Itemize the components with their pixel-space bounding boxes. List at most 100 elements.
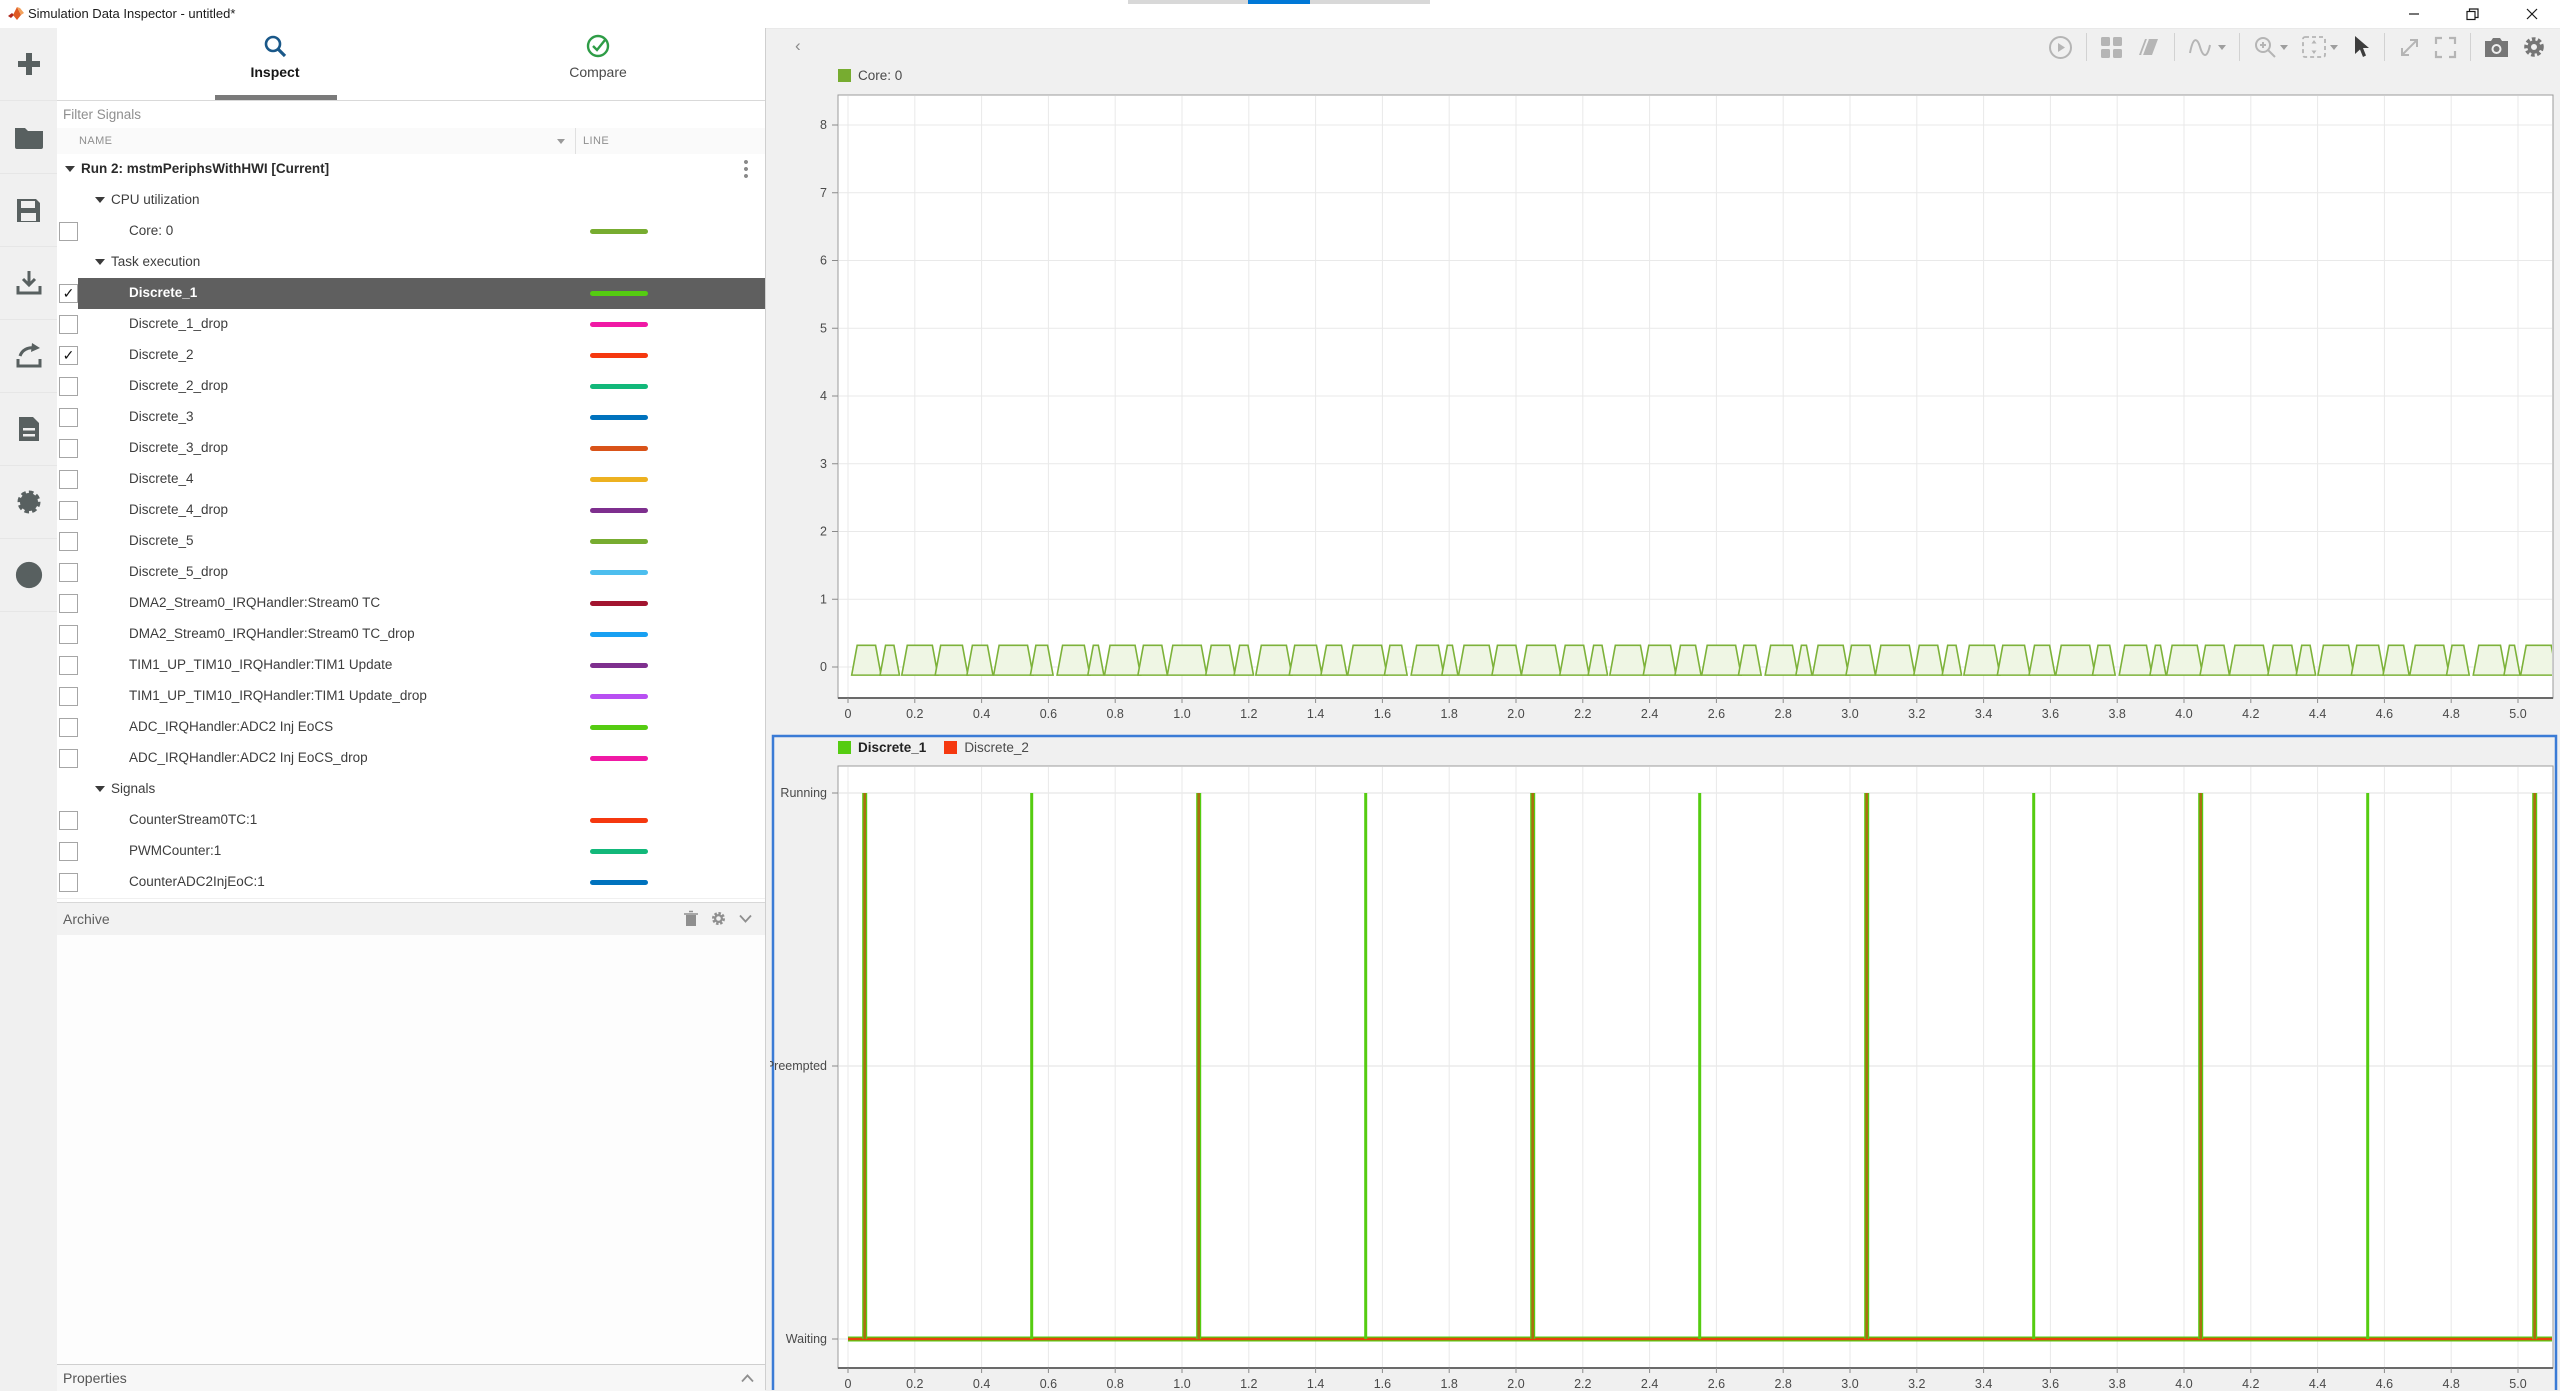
signal-row[interactable]: Discrete_2_drop [57, 371, 765, 403]
export-button[interactable] [0, 320, 57, 393]
signal-row[interactable]: DMA2_Stream0_IRQHandler:Stream0 TC_drop [57, 619, 765, 651]
create-report-button[interactable] [0, 393, 57, 466]
signal-checkbox[interactable] [59, 594, 78, 613]
signal-row[interactable]: Discrete_3_drop [57, 433, 765, 465]
signal-row[interactable]: Discrete_4 [57, 464, 765, 496]
tree-collapse-caret-icon[interactable] [95, 259, 105, 265]
tree-collapse-caret-icon[interactable] [65, 166, 75, 172]
signal-line-swatch[interactable] [590, 756, 648, 761]
layout-grid-button[interactable] [2100, 36, 2123, 59]
signal-line-swatch[interactable] [590, 477, 648, 482]
column-header-line[interactable]: LINE [583, 135, 609, 147]
signal-checkbox[interactable] [59, 470, 78, 489]
task-execution-chart[interactable]: RunningPreemptedWaiting00.20.40.60.81.01… [770, 733, 2560, 1390]
signal-line-swatch[interactable] [590, 384, 648, 389]
column-header-name[interactable]: NAME [79, 135, 112, 147]
zoom-button[interactable] [2253, 35, 2288, 59]
run-row[interactable]: Run 2: mstmPeriphsWithHWI [Current]••• [57, 154, 765, 186]
signal-row[interactable]: ADC_IRQHandler:ADC2 Inj EoCS [57, 712, 765, 744]
tab-inspect[interactable]: Inspect [165, 34, 385, 98]
collapse-panel-icon[interactable]: ‹ [795, 36, 801, 56]
signal-row[interactable]: ✓Discrete_2 [57, 340, 765, 372]
group-row[interactable]: CPU utilization [57, 185, 765, 217]
snapshot-button[interactable] [2484, 37, 2509, 58]
tree-collapse-caret-icon[interactable] [95, 786, 105, 792]
signal-line-swatch[interactable] [590, 291, 648, 296]
sort-caret-icon[interactable] [557, 139, 565, 144]
signal-checkbox[interactable] [59, 656, 78, 675]
legend-item[interactable]: Core: 0 [838, 68, 902, 83]
signal-line-swatch[interactable] [590, 818, 648, 823]
signal-checkbox[interactable] [59, 315, 78, 334]
signal-checkbox[interactable] [59, 749, 78, 768]
signal-line-swatch[interactable] [590, 229, 648, 234]
signal-checkbox[interactable] [59, 625, 78, 644]
cursor-button[interactable] [2351, 35, 2371, 59]
signal-row[interactable]: Discrete_1_drop [57, 309, 765, 341]
tree-collapse-caret-icon[interactable] [95, 197, 105, 203]
signal-row[interactable]: CounterStream0TC:1 [57, 805, 765, 837]
signal-line-swatch[interactable] [590, 322, 648, 327]
signal-trace-button[interactable] [2188, 35, 2226, 59]
signal-checkbox[interactable] [59, 439, 78, 458]
save-button[interactable] [0, 174, 57, 247]
signal-line-swatch[interactable] [590, 446, 648, 451]
signal-row[interactable]: TIM1_UP_TIM10_IRQHandler:TIM1 Update_dro… [57, 681, 765, 713]
expand-button[interactable] [2398, 36, 2421, 59]
restore-button[interactable] [2455, 2, 2489, 26]
trash-icon[interactable] [683, 910, 699, 928]
signal-row[interactable]: Core: 0 [57, 216, 765, 248]
signal-line-swatch[interactable] [590, 508, 648, 513]
group-row[interactable]: Task execution [57, 247, 765, 279]
preferences-button[interactable] [0, 466, 57, 539]
fit-to-view-button[interactable] [2301, 35, 2338, 59]
signal-line-swatch[interactable] [590, 415, 648, 420]
signal-line-swatch[interactable] [590, 694, 648, 699]
signal-checkbox[interactable] [59, 563, 78, 582]
signal-line-swatch[interactable] [590, 880, 648, 885]
import-button[interactable] [0, 247, 57, 320]
signal-checkbox[interactable]: ✓ [59, 284, 78, 303]
signal-row[interactable]: DMA2_Stream0_IRQHandler:Stream0 TC [57, 588, 765, 620]
add-button[interactable] [0, 28, 57, 101]
signal-row[interactable]: Discrete_5 [57, 526, 765, 558]
column-divider[interactable] [575, 128, 576, 154]
minimize-button[interactable] [2397, 2, 2431, 26]
signal-row[interactable]: ✓Discrete_1 [57, 278, 765, 310]
signal-line-swatch[interactable] [590, 601, 648, 606]
signal-line-swatch[interactable] [590, 570, 648, 575]
help-button[interactable]: ? [0, 539, 57, 612]
signal-checkbox[interactable] [59, 408, 78, 427]
signal-checkbox[interactable] [59, 687, 78, 706]
signal-line-swatch[interactable] [590, 539, 648, 544]
signal-checkbox[interactable] [59, 532, 78, 551]
cpu-utilization-chart[interactable]: 01234567800.20.40.60.81.01.21.41.61.82.0… [770, 88, 2560, 730]
group-row[interactable]: Signals [57, 774, 765, 806]
signal-row[interactable]: CounterADC2InjEoC:1 [57, 867, 765, 899]
signal-row[interactable]: Discrete_4_drop [57, 495, 765, 527]
signal-checkbox[interactable] [59, 842, 78, 861]
chevron-down-icon[interactable] [739, 914, 752, 923]
archive-header[interactable]: Archive [57, 902, 765, 936]
properties-header[interactable]: Properties [57, 1364, 765, 1391]
signal-line-swatch[interactable] [590, 725, 648, 730]
signal-checkbox[interactable] [59, 377, 78, 396]
archive-settings-gear-icon[interactable] [710, 910, 727, 927]
stream-button[interactable] [2048, 35, 2073, 60]
signal-row[interactable]: Discrete_5_drop [57, 557, 765, 589]
chevron-up-icon[interactable] [741, 1374, 754, 1383]
filter-signals-input[interactable] [61, 102, 755, 126]
run-options-kebab-icon[interactable]: ••• [740, 159, 752, 180]
close-button[interactable] [2515, 2, 2549, 26]
signal-row[interactable]: ADC_IRQHandler:ADC2 Inj EoCS_drop [57, 743, 765, 775]
signal-checkbox[interactable] [59, 222, 78, 241]
tab-compare[interactable]: Compare [488, 34, 708, 98]
signal-line-swatch[interactable] [590, 353, 648, 358]
signal-checkbox[interactable]: ✓ [59, 346, 78, 365]
signal-checkbox[interactable] [59, 718, 78, 737]
signal-row[interactable]: TIM1_UP_TIM10_IRQHandler:TIM1 Update [57, 650, 765, 682]
plot-settings-button[interactable] [2522, 35, 2546, 59]
open-button[interactable] [0, 101, 57, 174]
signal-line-swatch[interactable] [590, 632, 648, 637]
signal-checkbox[interactable] [59, 811, 78, 830]
